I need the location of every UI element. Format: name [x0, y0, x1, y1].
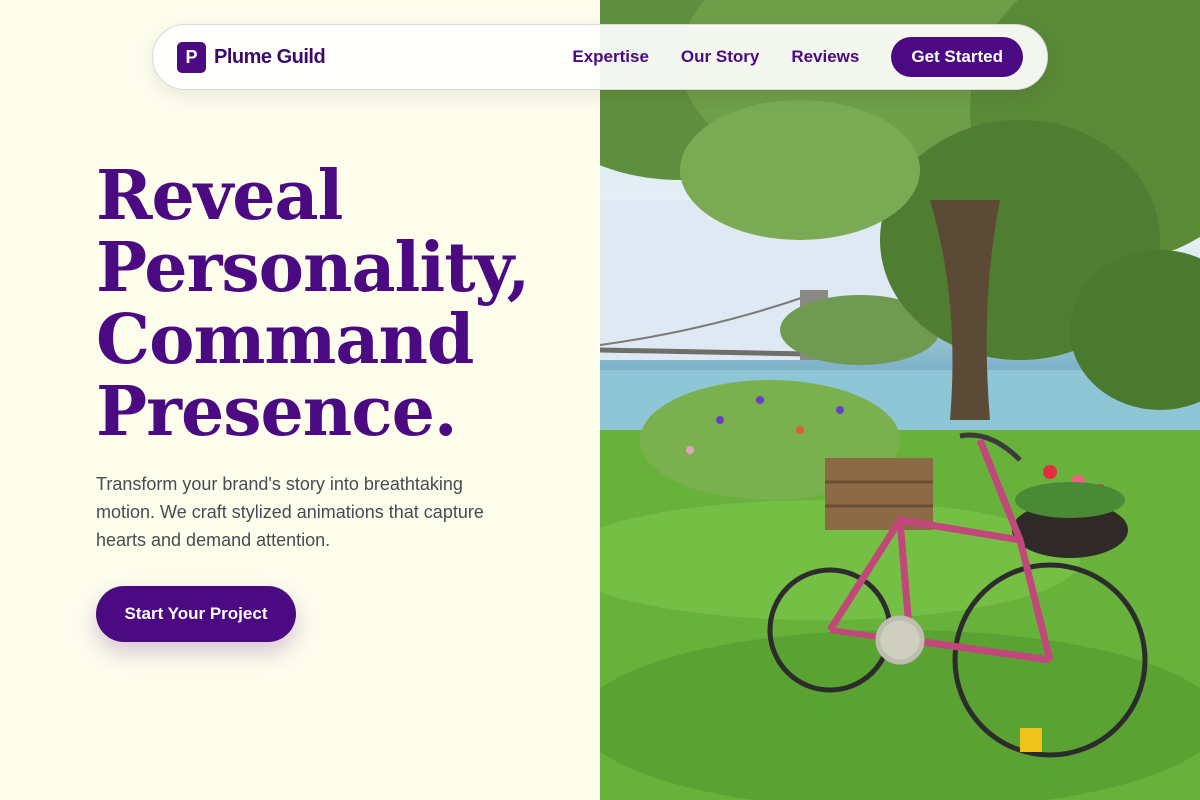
wooden-crate	[825, 458, 933, 530]
brand-name: Plume Guild	[214, 45, 326, 68]
hero-title: Reveal Personality, Command Presence.	[96, 160, 576, 448]
bicycle-landscape-illustration	[600, 0, 1200, 800]
get-started-button[interactable]: Get Started	[891, 37, 1023, 77]
start-your-project-button[interactable]: Start Your Project	[96, 586, 296, 642]
nav-link-reviews[interactable]: Reviews	[791, 47, 859, 67]
hero-title-line-2: Personality,	[96, 228, 530, 308]
hero-title-line-3: Command	[96, 300, 474, 380]
hero-title-line-4: Presence.	[96, 372, 458, 452]
nav-links: Expertise Our Story Reviews Get Started	[572, 37, 1023, 77]
top-navigation: P Plume Guild Expertise Our Story Review…	[152, 24, 1048, 90]
brand-mark-icon: P	[177, 41, 206, 73]
brand-logo[interactable]: P Plume Guild	[177, 41, 326, 73]
hero-title-line-1: Reveal	[96, 156, 343, 236]
hero-photo	[600, 0, 1200, 800]
nav-link-our-story[interactable]: Our Story	[681, 47, 759, 67]
nav-link-expertise[interactable]: Expertise	[572, 47, 649, 67]
hero-subtitle: Transform your brand's story into breath…	[96, 474, 484, 550]
